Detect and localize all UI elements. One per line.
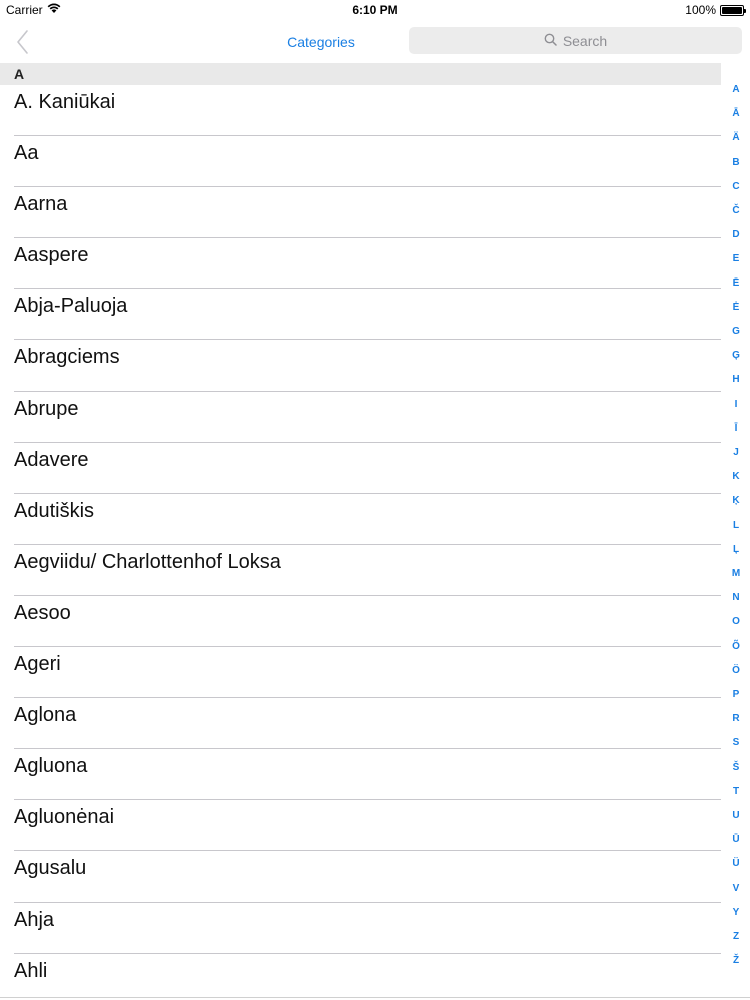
status-bar: Carrier 6:10 PM 100% <box>0 0 750 22</box>
status-right: 100% <box>685 3 746 17</box>
index-letter[interactable]: Ģ <box>726 350 746 361</box>
list-item[interactable]: Adutiškis <box>0 494 721 545</box>
index-letter[interactable]: M <box>726 568 746 579</box>
list-item-label: Aa <box>14 142 39 165</box>
list-item-label: Ageri <box>14 653 61 676</box>
index-letter[interactable]: Õ <box>726 641 746 652</box>
index-letter[interactable]: C <box>726 181 746 192</box>
index-letter[interactable]: R <box>726 713 746 724</box>
list-item[interactable]: Abrupe <box>0 392 721 443</box>
index-letter[interactable]: P <box>726 689 746 700</box>
section-index[interactable]: A Ā Ä B C Č D E Ē Ė G Ģ H I Ī J K Ķ L Ļ M N O Õ Ö P R S Š T U Ū Ü V Y Z Ž <box>726 84 746 980</box>
index-letter[interactable]: Ī <box>726 423 746 434</box>
index-letter[interactable]: Ā <box>726 108 746 119</box>
search-placeholder: Search <box>562 32 608 49</box>
list-item[interactable]: Ahli <box>0 954 721 1000</box>
index-letter[interactable]: Y <box>726 907 746 918</box>
search-input[interactable]: Search <box>409 27 742 54</box>
index-letter[interactable]: E <box>726 253 746 264</box>
index-letter[interactable]: Ū <box>726 834 746 845</box>
index-letter[interactable]: D <box>726 229 746 240</box>
list-item-label: Agusalu <box>14 857 87 880</box>
index-letter[interactable]: Ä <box>726 132 746 143</box>
index-letter[interactable]: I <box>726 399 746 410</box>
index-letter[interactable]: A <box>726 84 746 95</box>
index-letter[interactable]: G <box>726 326 746 337</box>
list-item-label: Ahja <box>14 908 55 931</box>
list-item-label: Agluonėnai <box>14 806 115 829</box>
index-letter[interactable]: Ö <box>726 665 746 676</box>
bottom-divider <box>0 997 750 998</box>
nav-title: Categories <box>287 34 355 50</box>
index-letter[interactable]: Č <box>726 205 746 216</box>
list-item-label: Adavere <box>14 448 89 471</box>
index-letter[interactable]: Ü <box>726 858 746 869</box>
category-list: A. Kaniūkai Aa Aarna Aaspere Abja-Paluoja Abr… <box>0 85 721 1000</box>
list-item-label: Abragciems <box>14 346 120 369</box>
index-letter[interactable]: Ž <box>726 955 746 966</box>
battery-icon <box>720 4 746 16</box>
back-button[interactable] <box>10 28 38 56</box>
list-item[interactable]: Aglona <box>0 698 721 750</box>
index-letter[interactable]: Ē <box>726 278 746 289</box>
list-item-label: Aarna <box>14 193 68 216</box>
index-letter[interactable]: S <box>726 737 746 748</box>
index-letter[interactable]: Ļ <box>726 544 746 555</box>
list-item[interactable]: Aesoo <box>0 596 721 648</box>
index-letter[interactable]: U <box>726 810 746 821</box>
list-item[interactable]: Abja-Paluoja <box>0 289 721 341</box>
list-item-label: Adutiškis <box>14 499 95 522</box>
list-item-label: Abrupe <box>14 397 79 420</box>
section-header: A <box>0 63 721 85</box>
list-item[interactable]: Agluonėnai <box>0 800 721 852</box>
list-item[interactable]: Ageri <box>0 647 721 699</box>
list-item[interactable]: Aegviidu/ Charlottenhof Loksa <box>0 545 721 596</box>
list-item[interactable]: Ahja <box>0 903 721 954</box>
index-letter[interactable]: O <box>726 616 746 627</box>
nav-bar: Categories Search <box>0 22 750 62</box>
chevron-left-icon <box>10 30 38 60</box>
index-letter[interactable]: Ė <box>726 302 746 313</box>
list-item[interactable]: Agusalu <box>0 851 721 903</box>
index-letter[interactable]: N <box>726 592 746 603</box>
index-letter[interactable]: Z <box>726 931 746 942</box>
list-item-label: Agluona <box>14 755 88 778</box>
list-item-label: Aesoo <box>14 601 71 624</box>
list-item-label: Aaspere <box>14 244 89 267</box>
list-item[interactable]: Abragciems <box>0 340 721 392</box>
index-letter[interactable]: Š <box>726 762 746 773</box>
battery-percent: 100% <box>685 3 716 17</box>
list-item[interactable]: Aarna <box>0 187 721 239</box>
status-time: 6:10 PM <box>352 3 398 17</box>
list-item[interactable]: Adavere <box>0 443 721 494</box>
index-letter[interactable]: T <box>726 786 746 797</box>
list-item-label: Aglona <box>14 704 77 727</box>
list-item-label: A. Kaniūkai <box>14 91 116 113</box>
list-item-label: Aegviidu/ Charlottenhof Loksa <box>14 550 281 573</box>
list-item[interactable]: Aaspere <box>0 238 721 290</box>
list-item[interactable]: Aa <box>0 136 721 188</box>
list-item[interactable]: A. Kaniūkai <box>0 85 721 137</box>
list-item-label: Ahli <box>14 959 48 982</box>
list-item-label: Abja-Paluoja <box>14 295 128 318</box>
index-letter[interactable]: K <box>726 471 746 482</box>
index-letter[interactable]: Ķ <box>726 495 746 506</box>
index-letter[interactable]: J <box>726 447 746 458</box>
index-letter[interactable]: H <box>726 374 746 385</box>
index-letter[interactable]: B <box>726 157 746 168</box>
index-letter[interactable]: V <box>726 883 746 894</box>
list-item[interactable]: Agluona <box>0 749 721 801</box>
index-letter[interactable]: L <box>726 520 746 531</box>
search-icon <box>544 33 557 49</box>
